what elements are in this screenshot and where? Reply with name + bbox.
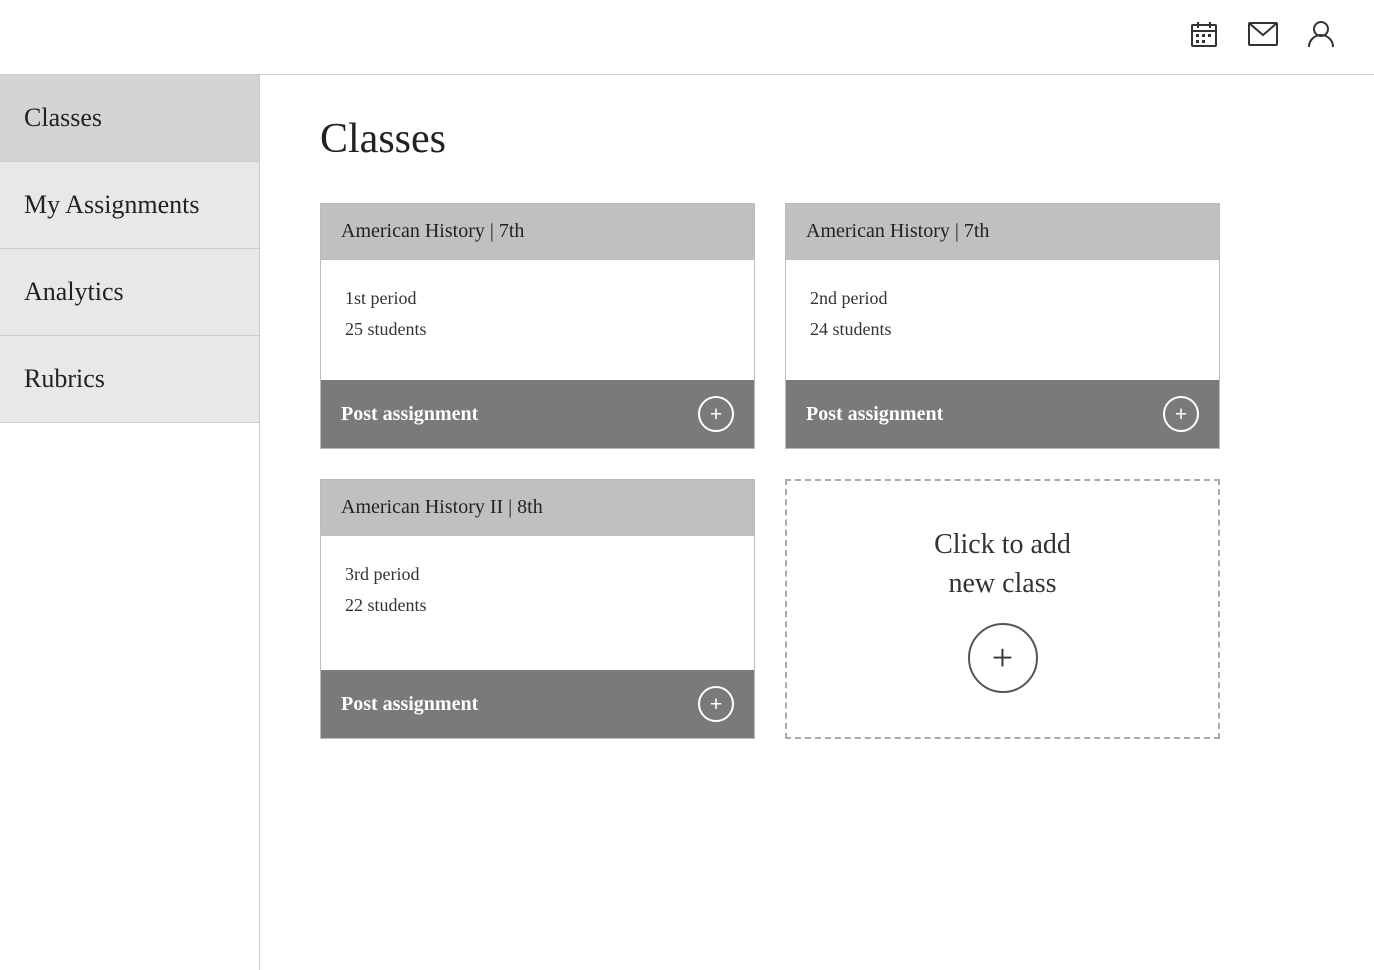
period-2: 2nd period	[810, 288, 1195, 309]
add-class-text: Click to addnew class	[934, 525, 1071, 603]
sidebar-item-my-assignments[interactable]: My Assignments	[0, 162, 259, 249]
sidebar-item-analytics[interactable]: Analytics	[0, 249, 259, 336]
class-card-3: American History II | 8th 3rd period 22 …	[320, 479, 755, 739]
class-card-1: American History | 7th 1st period 25 stu…	[320, 203, 755, 449]
main-content: Classes American History | 7th 1st perio…	[260, 75, 1374, 970]
students-1: 25 students	[345, 319, 730, 340]
period-3: 3rd period	[345, 564, 730, 585]
card-header-3: American History II | 8th	[321, 480, 754, 536]
sidebar-item-classes[interactable]: Classes	[0, 75, 259, 162]
students-2: 24 students	[810, 319, 1195, 340]
card-body-1: 1st period 25 students	[321, 260, 754, 380]
sidebar-item-rubrics[interactable]: Rubrics	[0, 336, 259, 423]
post-assignment-2[interactable]: Post assignment +	[786, 380, 1219, 448]
user-icon[interactable]	[1308, 20, 1334, 55]
header	[0, 0, 1374, 75]
card-header-2: American History | 7th	[786, 204, 1219, 260]
add-class-card[interactable]: Click to addnew class +	[785, 479, 1220, 739]
card-header-1: American History | 7th	[321, 204, 754, 260]
post-assignment-1[interactable]: Post assignment +	[321, 380, 754, 448]
classes-grid: American History | 7th 1st period 25 stu…	[320, 203, 1220, 739]
period-1: 1st period	[345, 288, 730, 309]
post-icon-3: +	[698, 686, 734, 722]
page-title: Classes	[320, 115, 1314, 163]
add-class-icon: +	[968, 623, 1038, 693]
card-body-2: 2nd period 24 students	[786, 260, 1219, 380]
post-icon-1: +	[698, 396, 734, 432]
mail-icon[interactable]	[1248, 22, 1278, 53]
calendar-icon[interactable]	[1190, 20, 1218, 55]
post-icon-2: +	[1163, 396, 1199, 432]
students-3: 22 students	[345, 595, 730, 616]
card-body-3: 3rd period 22 students	[321, 536, 754, 670]
post-assignment-3[interactable]: Post assignment +	[321, 670, 754, 738]
app-layout: Classes My Assignments Analytics Rubrics…	[0, 75, 1374, 970]
sidebar: Classes My Assignments Analytics Rubrics	[0, 75, 260, 970]
class-card-2: American History | 7th 2nd period 24 stu…	[785, 203, 1220, 449]
